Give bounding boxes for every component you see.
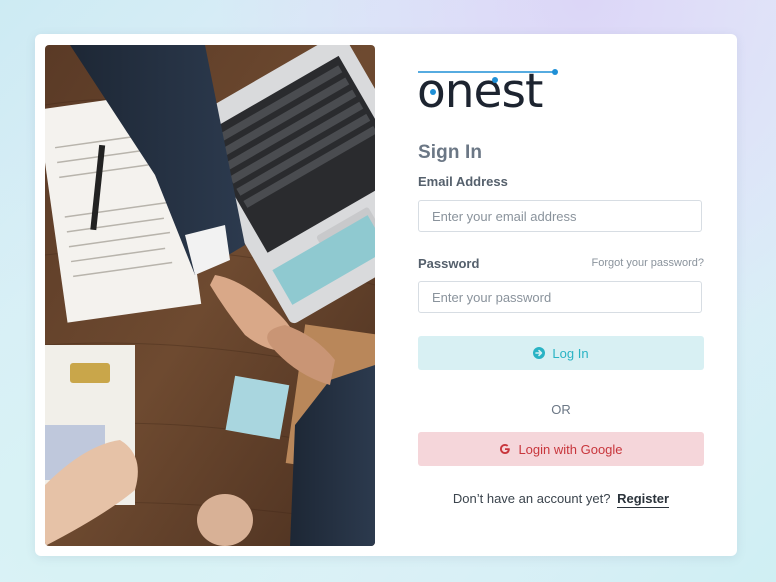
google-button-label: Login with Google: [518, 441, 623, 457]
google-login-button[interactable]: Login with Google: [418, 432, 704, 466]
password-label: Password: [418, 256, 480, 271]
register-prompt: Don’t have an account yet? Register: [418, 491, 704, 508]
no-account-text: Don’t have an account yet?: [452, 491, 611, 506]
handshake-photo: [45, 45, 375, 546]
google-g-icon: [499, 443, 511, 455]
onest-logo: onest: [417, 64, 558, 119]
or-divider: OR: [551, 402, 571, 417]
login-button[interactable]: Log In: [418, 336, 704, 370]
register-link[interactable]: Register: [617, 491, 670, 508]
svg-text:onest: onest: [418, 64, 543, 112]
password-input[interactable]: [418, 281, 702, 313]
forgot-password-link[interactable]: Forgot your password?: [592, 257, 705, 269]
email-input[interactable]: [418, 200, 702, 232]
page-title: Sign In: [418, 142, 483, 163]
login-button-label: Log In: [552, 345, 589, 361]
signin-panel: onest Sign In Email Address Password For…: [417, 34, 705, 556]
login-card: onest Sign In Email Address Password For…: [35, 34, 737, 556]
email-label: Email Address: [418, 174, 508, 189]
arrow-right-circle-icon: [533, 347, 546, 359]
